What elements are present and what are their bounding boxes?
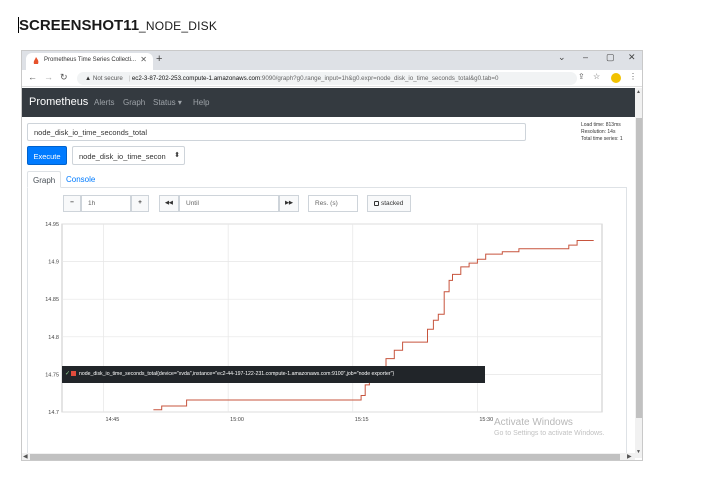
activate-windows-subtitle: Go to Settings to activate Windows. bbox=[494, 430, 605, 437]
scroll-left-icon[interactable]: ◀ bbox=[23, 453, 28, 460]
reload-icon[interactable]: ↻ bbox=[60, 72, 68, 83]
y-tick-label: 14.95 bbox=[45, 222, 59, 228]
metric-select[interactable]: node_disk_io_time_secon ⬍ bbox=[72, 146, 185, 165]
nav-alerts[interactable]: Alerts bbox=[94, 98, 114, 107]
not-secure-label: Not secure bbox=[92, 75, 123, 82]
time-series-chart: 14.7 14.75 14.8 14.85 14.9 14.95 14:45 15:00 15:… bbox=[45, 222, 603, 423]
activate-windows-title: Activate Windows bbox=[494, 417, 573, 428]
y-tick-label: 14.7 bbox=[48, 410, 59, 416]
scroll-right-icon[interactable]: ▶ bbox=[627, 453, 632, 460]
nav-status[interactable]: Status ▾ bbox=[153, 98, 182, 107]
series-color-swatch bbox=[71, 371, 76, 376]
horizontal-scroll-thumb[interactable] bbox=[30, 454, 620, 460]
close-window-button[interactable]: ✕ bbox=[628, 52, 636, 63]
tab-console[interactable]: Console bbox=[61, 171, 100, 188]
range-minus-button[interactable]: − bbox=[63, 195, 81, 212]
x-tick-label: 14:45 bbox=[106, 417, 120, 423]
warning-icon: ▲ bbox=[85, 75, 92, 82]
resolution: Resolution: 14s bbox=[581, 129, 616, 135]
tab-search-icon[interactable]: ⌄ bbox=[558, 52, 566, 63]
range-plus-button[interactable]: + bbox=[131, 195, 149, 212]
end-back-button[interactable]: ◀◀ bbox=[159, 195, 179, 212]
document-title-suffix: _NODE_DISK bbox=[139, 19, 218, 33]
url-host: ec2-3-87-202-253.compute-1.amazonaws.com bbox=[131, 75, 261, 82]
panel-tabs: Graph Console bbox=[27, 171, 627, 188]
checkmark-icon: ✓ bbox=[65, 371, 71, 377]
brand-prometheus[interactable]: Prometheus bbox=[29, 96, 88, 108]
stacked-checkbox-icon bbox=[374, 201, 379, 206]
prometheus-navbar: Prometheus Alerts Graph Status ▾ Help bbox=[22, 88, 635, 117]
url-path: :9090/graph?g0.range_input=1h&g0.expr=no… bbox=[260, 75, 499, 82]
tab-close-icon[interactable]: ✕ bbox=[140, 55, 147, 64]
query-stats: Load time: 813ms Resolution: 14s Total t… bbox=[581, 122, 623, 143]
back-arrow-icon[interactable]: ← bbox=[28, 72, 37, 82]
y-tick-label: 14.75 bbox=[45, 372, 59, 378]
vertical-scroll-thumb[interactable] bbox=[636, 118, 642, 418]
total-series: Total time series: 1 bbox=[581, 136, 623, 142]
x-tick-label: 15:00 bbox=[230, 417, 244, 423]
stacked-label: stacked bbox=[381, 200, 404, 207]
tab-title: Prometheus Time Series Collecti... bbox=[44, 57, 137, 63]
expression-input[interactable]: node_disk_io_time_seconds_total bbox=[27, 123, 526, 141]
range-input[interactable]: 1h bbox=[81, 195, 131, 212]
end-forward-button[interactable]: ▶▶ bbox=[279, 195, 299, 212]
new-tab-button[interactable]: + bbox=[156, 53, 162, 65]
document-title: SCREENSHOT11_NODE_DISK bbox=[18, 17, 217, 34]
nav-help[interactable]: Help bbox=[193, 98, 209, 107]
browser-tab-prometheus[interactable]: Prometheus Time Series Collecti... ✕ bbox=[26, 53, 153, 70]
address-bar: ← → ↻ ▲ Not secure | ec2-3-87-202-253.co… bbox=[22, 70, 642, 87]
scroll-down-icon[interactable]: ▼ bbox=[636, 449, 641, 455]
maximize-button[interactable]: ▢ bbox=[606, 52, 615, 63]
document-title-main: SCREENSHOT11 bbox=[19, 17, 140, 34]
x-tick-label: 15:30 bbox=[479, 417, 493, 423]
tab-bar: Prometheus Time Series Collecti... ✕ + ⌄… bbox=[22, 51, 642, 70]
menu-kebab-icon[interactable]: ⋮ bbox=[629, 72, 637, 81]
legend-series-label: node_disk_io_time_seconds_total{device="… bbox=[79, 371, 395, 377]
y-tick-label: 14.9 bbox=[48, 260, 59, 266]
metric-select-value: node_disk_io_time_secon bbox=[79, 152, 166, 161]
forward-arrow-icon[interactable]: → bbox=[44, 72, 53, 82]
vertical-scrollbar[interactable]: ▲ ▼ bbox=[635, 88, 642, 458]
y-tick-label: 14.85 bbox=[45, 297, 59, 303]
prometheus-flame-icon bbox=[33, 57, 39, 64]
plot-area bbox=[61, 223, 603, 413]
resolution-input[interactable]: Res. (s) bbox=[308, 195, 358, 212]
bookmark-star-icon[interactable]: ☆ bbox=[593, 72, 600, 81]
until-input[interactable]: Until bbox=[179, 195, 279, 212]
minimize-button[interactable]: – bbox=[583, 52, 588, 62]
load-time: Load time: 813ms bbox=[581, 122, 621, 128]
url-field[interactable]: ▲ Not secure | ec2-3-87-202-253.compute-… bbox=[77, 72, 577, 85]
horizontal-scrollbar[interactable]: ◀ ▶ bbox=[22, 453, 635, 460]
y-tick-label: 14.8 bbox=[48, 335, 59, 341]
tab-graph[interactable]: Graph bbox=[27, 171, 62, 188]
nav-graph[interactable]: Graph bbox=[123, 98, 145, 107]
execute-button[interactable]: Execute bbox=[27, 146, 67, 165]
share-icon[interactable]: ⇪ bbox=[578, 72, 585, 81]
profile-avatar[interactable] bbox=[611, 73, 621, 83]
browser-window: Prometheus Time Series Collecti... ✕ + ⌄… bbox=[21, 50, 643, 461]
stacked-toggle[interactable]: stacked bbox=[367, 195, 411, 212]
x-tick-label: 15:15 bbox=[355, 417, 369, 423]
select-arrows-icon: ⬍ bbox=[174, 152, 180, 159]
scroll-up-icon[interactable]: ▲ bbox=[636, 89, 641, 95]
series-legend[interactable]: ✓ node_disk_io_time_seconds_total{device… bbox=[62, 366, 485, 383]
